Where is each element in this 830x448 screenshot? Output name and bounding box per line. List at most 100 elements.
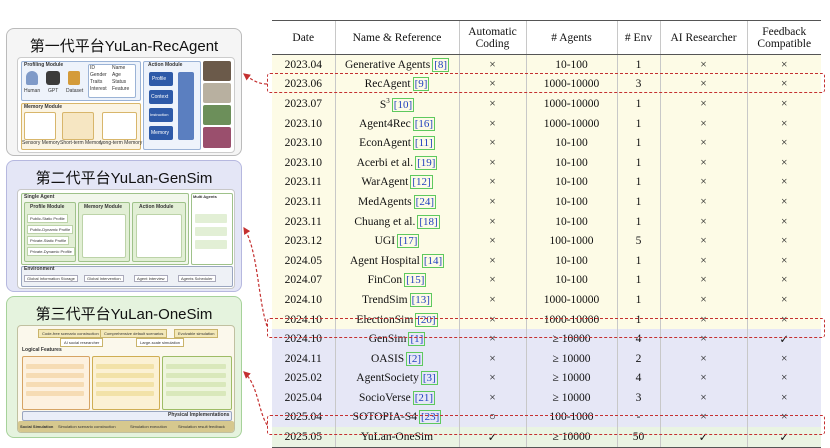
table-row: 2025.02 AgentSociety [3] × ≥ 10000 4 × × — [272, 368, 821, 389]
multi-agents-item — [195, 214, 227, 223]
cell-feedback-compatible: × — [746, 113, 821, 134]
cell-date: 2023.11 — [272, 172, 335, 193]
gpt-icon — [46, 71, 60, 85]
cell-ai-researcher: × — [659, 388, 747, 408]
table-row: 2024.10 GenSim [1] × ≥ 10000 4 × ✓ — [272, 329, 821, 349]
cell-automatic-coding: ○ — [458, 407, 526, 428]
prompt-bar — [178, 72, 194, 140]
cell-env: 1 — [616, 54, 660, 75]
system-name: SocioVerse — [358, 391, 411, 404]
comparison-table: Date Name & Reference Automatic Coding #… — [272, 20, 821, 448]
subsystem-row — [96, 364, 154, 369]
reference-link[interactable]: [2] — [406, 351, 424, 366]
cell-date: 2023.10 — [272, 133, 335, 153]
profile-field-id: ID — [90, 65, 95, 71]
sensory-memory-box — [24, 112, 56, 140]
cell-name: Agent4Rec [16] — [334, 113, 459, 134]
cell-agents: ≥ 10000 — [525, 368, 617, 389]
profile-field-status: Status — [112, 79, 127, 85]
cell-name: GenSim [1] — [334, 329, 459, 349]
subsystem-row — [26, 364, 84, 369]
reference-link[interactable]: [24] — [413, 194, 436, 209]
table-row: 2023.11 Chuang et al. [18] × 10-100 1 × × — [272, 211, 821, 232]
cell-automatic-coding: × — [458, 172, 526, 193]
system-name: FinCon — [367, 274, 403, 287]
cell-name: AgentSociety [3] — [334, 368, 459, 389]
reference-link[interactable]: [12] — [410, 175, 433, 190]
recagent-panel-title: 第一代平台YuLan-RecAgent — [29, 38, 219, 55]
table-row: 2023.07 S3 [10] × 1000-10000 1 × × — [272, 94, 821, 114]
cell-automatic-coding: × — [458, 250, 526, 271]
system-name: EconAgent — [359, 137, 411, 150]
reference-link[interactable]: [18] — [417, 214, 440, 229]
reference-link[interactable]: [21] — [412, 390, 436, 405]
cell-date: 2025.04 — [272, 388, 335, 408]
reference-link[interactable]: [8] — [432, 57, 450, 72]
cell-name: Agent Hospital [14] — [334, 250, 459, 271]
cell-env: 4 — [616, 329, 660, 349]
reference-link[interactable]: [3] — [420, 371, 438, 386]
reference-link[interactable]: [17] — [397, 234, 420, 249]
table-row: 2024.11 OASIS [2] × ≥ 10000 2 × × — [272, 348, 821, 369]
cell-env: 1 — [616, 94, 660, 114]
reference-link[interactable]: [11] — [412, 136, 435, 151]
reference-link[interactable]: [20] — [415, 312, 438, 327]
single-agent-label: Single Agent — [24, 194, 55, 200]
cell-automatic-coding: × — [458, 54, 526, 75]
reference-link[interactable]: [15] — [404, 273, 427, 288]
reference-link[interactable]: [16] — [412, 116, 436, 131]
cell-ai-researcher: × — [659, 407, 747, 428]
cell-ai-researcher: × — [659, 211, 747, 232]
cell-date: 2025.04 — [272, 407, 335, 428]
cell-date: 2023.11 — [272, 192, 335, 212]
subsystem-row — [96, 382, 154, 387]
cell-automatic-coding: × — [458, 368, 526, 389]
feature-evolvable: Evolvable simulation — [174, 329, 219, 338]
table-header-row: Date Name & Reference Automatic Coding #… — [272, 20, 821, 55]
profile-field-gender: Gender — [90, 72, 107, 78]
table-row: 2025.04 SOTOPIA-S4 [23] ○ 100-1000- × × — [272, 407, 821, 428]
action-context-label: Context — [151, 94, 169, 100]
gensim-panel-title: 第二代平台YuLan-GenSim — [35, 170, 213, 187]
reference-link[interactable]: [10] — [391, 97, 415, 112]
system-name: RecAgent — [364, 78, 411, 91]
profiling-module-label: Profiling Module — [24, 62, 64, 68]
cell-feedback-compatible: × — [746, 270, 821, 291]
system-name: SOTOPIA-S4 — [352, 411, 417, 424]
social-simulation-label: Social Simulation — [20, 424, 54, 429]
reference-link[interactable]: [1] — [408, 332, 426, 347]
cell-name: SOTOPIA-S4 [23] — [334, 407, 459, 428]
system-name: Agent Hospital — [349, 254, 420, 267]
cell-ai-researcher: × — [659, 329, 747, 349]
onesim-panel: 第三代平台YuLan-OneSim Code-free scenario con… — [6, 296, 242, 438]
cell-automatic-coding: × — [458, 152, 526, 173]
recagent-architecture-figure: Profiling Module ID Name Gender Age Trai… — [17, 57, 235, 153]
name-superscript: 3 — [386, 97, 390, 106]
reference-link[interactable]: [19] — [415, 155, 438, 170]
cell-agents: 10-100 — [525, 133, 617, 153]
reference-link[interactable]: [23] — [419, 410, 442, 425]
reference-link[interactable]: [14] — [421, 253, 445, 268]
table-row: 2023.10 EconAgent [11] × 10-100 1 × × — [272, 133, 821, 153]
system-name: MedAgents — [358, 195, 412, 208]
table-row: 2024.05 Agent Hospital [14] × 10-100 1 × × — [272, 250, 821, 271]
cell-agents: 10-100 — [525, 250, 617, 271]
cell-ai-researcher: × — [659, 74, 747, 95]
cell-date: 2025.05 — [272, 427, 335, 448]
cell-automatic-coding: × — [458, 309, 526, 330]
profile-field-age: Age — [112, 72, 121, 78]
thumbnail-movies — [203, 61, 231, 81]
cell-feedback-compatible: ✓ — [746, 427, 821, 448]
action-instruction-label: Instruction — [150, 112, 169, 117]
table-row: 2023.04 Generative Agents [8] × 10-100 1 × × — [272, 54, 821, 75]
reference-link[interactable]: [13] — [409, 292, 432, 307]
reference-link[interactable]: [9] — [412, 77, 430, 92]
action-module-label: Action Module — [139, 204, 174, 210]
cell-agents: 1000-10000 — [525, 94, 617, 114]
thumbnail-chat — [203, 83, 231, 103]
onesim-panel-title: 第三代平台YuLan-OneSim — [35, 306, 213, 323]
cell-name: WarAgent [12] — [334, 172, 459, 193]
system-name: UGI — [374, 235, 396, 248]
cell-agents: 100-1000 — [525, 407, 617, 428]
cell-date: 2024.10 — [272, 329, 335, 349]
